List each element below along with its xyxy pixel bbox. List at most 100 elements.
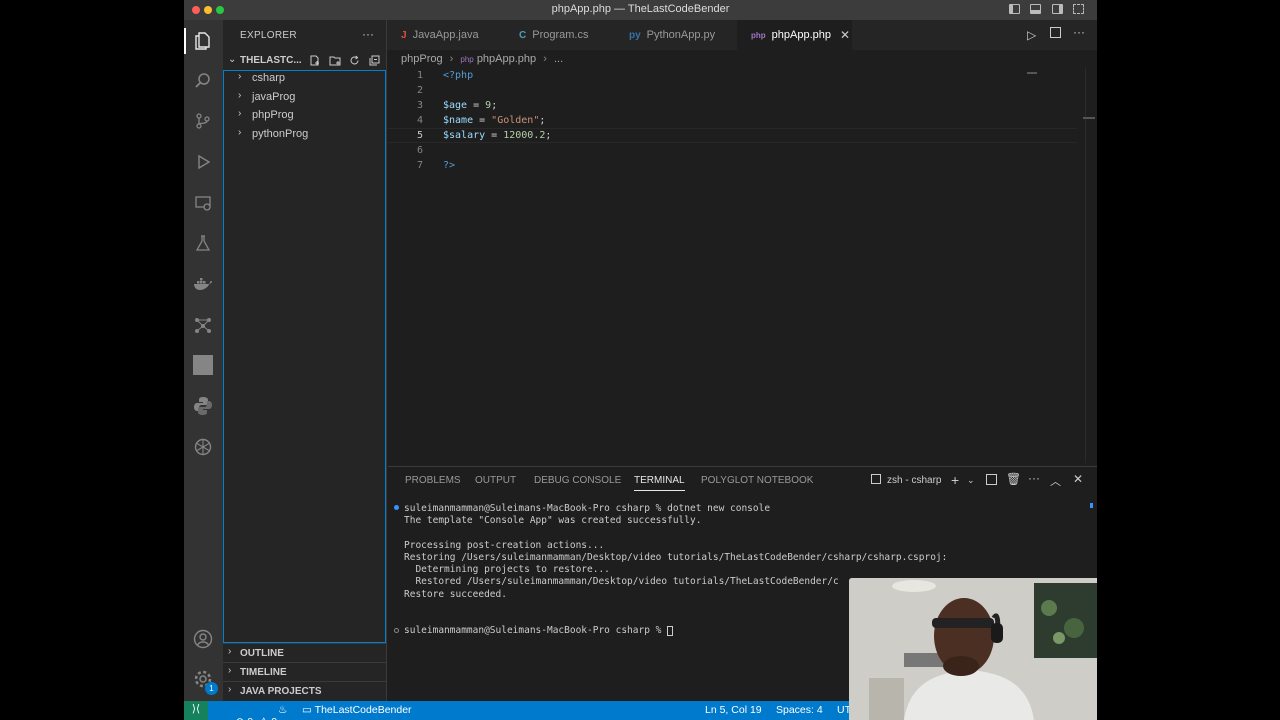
collapse-all-icon[interactable] <box>369 55 380 66</box>
outline-section[interactable]: › OUTLINE <box>223 643 386 662</box>
folder-phpprog[interactable]: › phpProg <box>224 106 387 124</box>
activity-bar: 1 <box>184 20 223 701</box>
graph-icon[interactable] <box>192 314 214 336</box>
folder-pythonprog[interactable]: › pythonProg <box>224 125 387 143</box>
tab-program-cs[interactable]: C Program.cs <box>505 20 615 50</box>
chevron-right-icon: › <box>228 684 232 695</box>
folder-label: javaProg <box>252 91 296 103</box>
folder-label: csharp <box>252 72 286 84</box>
chevron-down-icon[interactable]: ⌄ <box>967 475 975 486</box>
warning-icon: ⚠ <box>259 716 268 720</box>
folder-csharp[interactable]: › csharp <box>224 69 387 87</box>
code-text: $salary = 12000.2; <box>443 130 552 141</box>
toggle-sidebar-icon[interactable] <box>1009 4 1020 14</box>
notification-badge: 1 <box>205 682 218 695</box>
terminal-prompt-line: suleimanmamman@Suleimans-MacBook-Pro csh… <box>404 625 674 637</box>
editor-area: J JavaApp.java C Program.cs py PythonApp… <box>387 20 1097 465</box>
timeline-section[interactable]: › TIMELINE <box>223 662 386 681</box>
workspace-header[interactable]: ⌄ THELASTC... <box>223 52 386 70</box>
tab-terminal[interactable]: TERMINAL <box>634 475 685 491</box>
cursor-position[interactable]: Ln 5, Col 19 <box>705 704 762 716</box>
folder-label: pythonProg <box>252 128 309 140</box>
panel-more-icon[interactable]: ··· <box>1028 471 1040 485</box>
tab-output[interactable]: OUTPUT <box>475 475 516 486</box>
repo-status[interactable]: ▭ TheLastCodeBender <box>302 704 412 716</box>
remote-explorer-icon[interactable] <box>192 192 214 214</box>
extension-square-icon[interactable] <box>192 354 214 376</box>
code-line: 3 $age = 9; <box>387 98 1077 113</box>
repo-name: TheLastCodeBender <box>314 704 412 716</box>
run-file-icon[interactable]: ▷ <box>1027 28 1036 42</box>
webcam-overlay <box>849 578 1097 720</box>
search-icon[interactable] <box>192 70 214 92</box>
tab-phpapp[interactable]: php phpApp.php ✕ <box>737 20 852 50</box>
tab-polyglot-notebook[interactable]: POLYGLOT NOTEBOOK <box>701 475 813 486</box>
problems-status[interactable]: ⊗ 0 ⚠ 0 <box>218 704 278 720</box>
minimap[interactable] <box>1027 72 1037 74</box>
terminal-name[interactable]: zsh - csharp <box>887 475 941 486</box>
editor-more-icon[interactable]: ··· <box>1073 25 1085 39</box>
window-title: phpApp.php — TheLastCodeBender <box>551 3 730 15</box>
testing-icon[interactable] <box>192 232 214 254</box>
code-line: 7 ?> <box>387 158 1077 173</box>
split-terminal-icon[interactable] <box>986 474 997 485</box>
new-file-icon[interactable] <box>309 55 320 66</box>
trash-icon[interactable]: 🗑 <box>1006 472 1021 486</box>
line-number: 3 <box>416 100 423 111</box>
toggle-panel-icon[interactable] <box>1030 4 1041 14</box>
breadcrumb-folder[interactable]: phpProg <box>401 53 443 65</box>
terminal-line: Processing post-creation actions... <box>404 540 605 551</box>
command-success-icon <box>394 505 399 510</box>
tab-debug-console[interactable]: DEBUG CONSOLE <box>534 475 621 486</box>
code-line: 4 $name = "Golden"; <box>387 113 1077 128</box>
php-file-icon: php <box>751 30 766 40</box>
section-label: JAVA PROJECTS <box>240 686 322 697</box>
explorer-icon[interactable] <box>192 30 214 52</box>
folder-javaprog[interactable]: › javaProg <box>224 88 387 106</box>
new-folder-icon[interactable] <box>329 55 341 66</box>
python-file-icon: py <box>629 29 641 41</box>
indentation[interactable]: Spaces: 4 <box>776 704 823 716</box>
close-panel-icon[interactable]: ✕ <box>1073 472 1083 486</box>
new-terminal-icon[interactable]: + <box>951 472 959 488</box>
breadcrumb-separator-icon: › <box>543 53 547 65</box>
java-projects-section[interactable]: › JAVA PROJECTS <box>223 681 386 700</box>
tab-pythonapp[interactable]: py PythonApp.py <box>615 20 737 50</box>
code-text: <?php <box>443 70 474 81</box>
python-icon[interactable] <box>192 395 214 417</box>
code-line: 1 <?php <box>387 68 1077 83</box>
chevron-right-icon: › <box>238 90 242 101</box>
maximize-panel-icon[interactable]: ︿ <box>1050 473 1061 489</box>
chevron-right-icon: › <box>228 646 232 657</box>
docker-icon[interactable] <box>192 273 214 295</box>
chevron-right-icon: › <box>228 665 232 676</box>
remote-indicator-icon[interactable]: ⟩⟨ <box>184 701 208 720</box>
presenter-webcam-image <box>849 578 1097 720</box>
chatgpt-icon[interactable] <box>192 436 214 458</box>
toggle-secondary-sidebar-icon[interactable] <box>1052 4 1063 14</box>
editor-scrollbar[interactable] <box>1085 68 1086 463</box>
refresh-icon[interactable] <box>349 55 360 66</box>
tab-javaapp[interactable]: J JavaApp.java <box>387 20 505 50</box>
run-debug-icon[interactable] <box>192 151 214 173</box>
tab-label: JavaApp.java <box>412 29 479 41</box>
error-icon: ⊗ <box>236 716 245 720</box>
split-editor-icon[interactable] <box>1050 27 1061 38</box>
tab-bar: J JavaApp.java C Program.cs py PythonApp… <box>387 20 1097 50</box>
tab-problems[interactable]: PROBLEMS <box>405 475 461 486</box>
broadcast-icon[interactable]: ♨ <box>278 704 287 716</box>
more-actions-icon[interactable]: ··· <box>362 27 374 41</box>
csharp-file-icon: C <box>519 29 527 41</box>
close-tab-icon[interactable]: ✕ <box>840 28 850 42</box>
source-control-icon[interactable] <box>192 110 214 132</box>
tab-label: Program.cs <box>532 29 589 41</box>
customize-layout-icon[interactable] <box>1073 4 1084 14</box>
breadcrumb-file[interactable]: phpApp.php <box>477 53 536 65</box>
command-pending-icon <box>394 628 399 633</box>
section-label: OUTLINE <box>240 648 284 659</box>
line-number: 1 <box>416 70 423 81</box>
chevron-right-icon: › <box>238 108 242 119</box>
account-icon[interactable] <box>192 628 214 650</box>
breadcrumb-more[interactable]: ... <box>554 53 563 65</box>
tab-label: PythonApp.py <box>646 29 716 41</box>
